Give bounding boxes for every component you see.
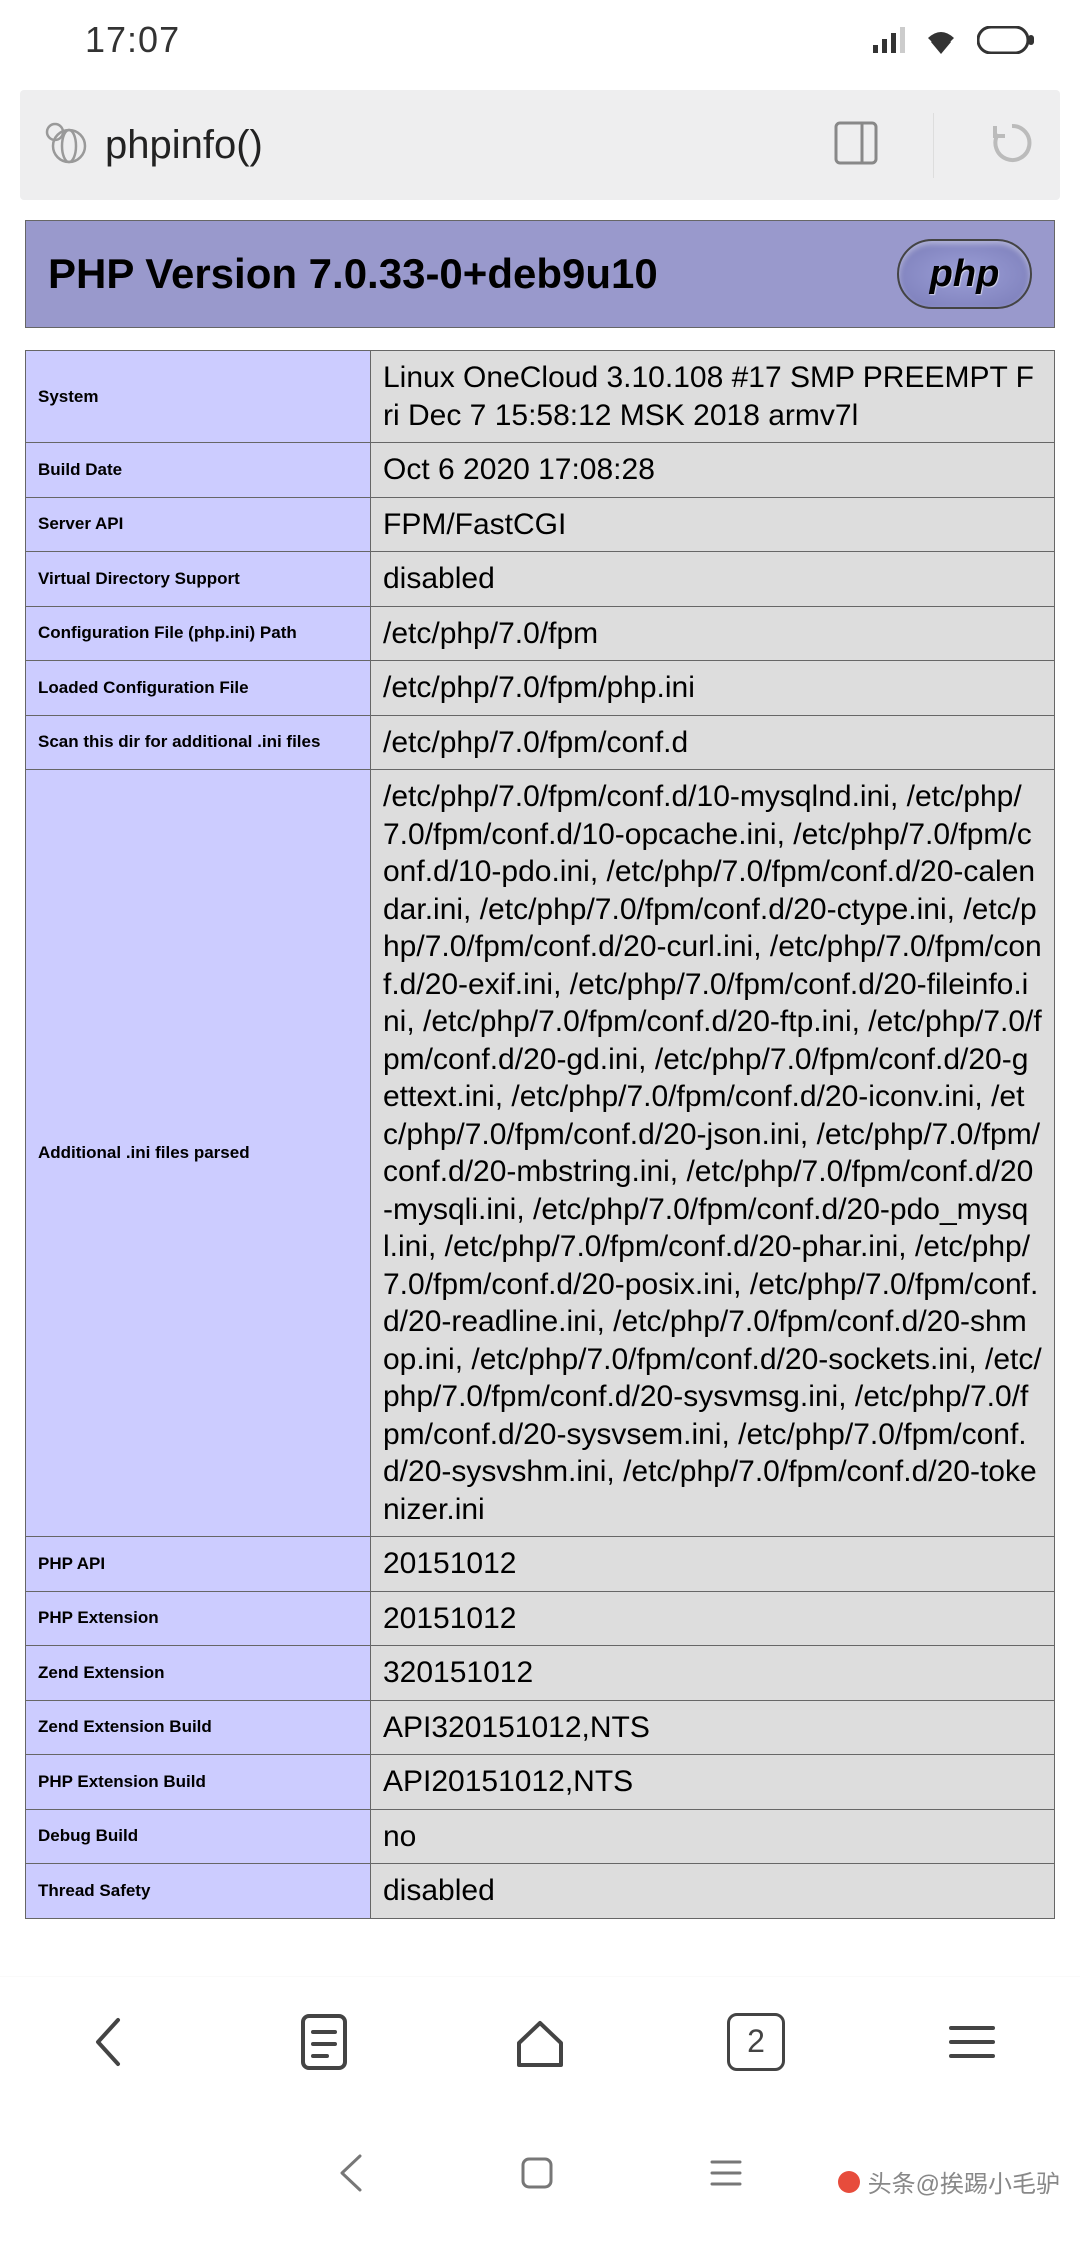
row-label: Virtual Directory Support [26, 552, 371, 607]
watermark-text: 头条@挨踢小毛驴 [868, 2164, 1060, 2199]
php-version-heading: PHP Version 7.0.33-0+deb9u10 [48, 250, 658, 298]
php-logo-text: php [930, 253, 1000, 296]
row-label: Additional .ini files parsed [26, 770, 371, 1537]
system-recent-button[interactable] [706, 2156, 746, 2195]
page-content[interactable]: PHP Version 7.0.33-0+deb9u10 php SystemL… [0, 200, 1080, 1919]
status-time: 17:07 [85, 19, 180, 61]
table-row: SystemLinux OneCloud 3.10.108 #17 SMP PR… [26, 351, 1055, 443]
row-value: Oct 6 2020 17:08:28 [371, 443, 1055, 498]
divider [933, 113, 934, 178]
table-row: Zend Extension320151012 [26, 1646, 1055, 1701]
row-label: Configuration File (php.ini) Path [26, 606, 371, 661]
row-value: /etc/php/7.0/fpm [371, 606, 1055, 661]
row-value: /etc/php/7.0/fpm/php.ini [371, 661, 1055, 716]
menu-button[interactable] [932, 2002, 1012, 2082]
home-button[interactable] [500, 2002, 580, 2082]
phpinfo-header: PHP Version 7.0.33-0+deb9u10 php [25, 220, 1055, 328]
table-row: PHP Extension BuildAPI20151012,NTS [26, 1755, 1055, 1810]
table-row: Scan this dir for additional .ini files/… [26, 715, 1055, 770]
row-value: /etc/php/7.0/fpm/conf.d/10-mysqlnd.ini, … [371, 770, 1055, 1537]
reload-icon[interactable] [989, 120, 1035, 171]
row-value: FPM/FastCGI [371, 497, 1055, 552]
globe-icon [45, 122, 87, 169]
table-row: PHP API20151012 [26, 1537, 1055, 1592]
wifi-icon [923, 26, 959, 54]
table-row: Loaded Configuration File/etc/php/7.0/fp… [26, 661, 1055, 716]
row-label: Build Date [26, 443, 371, 498]
row-value: Linux OneCloud 3.10.108 #17 SMP PREEMPT … [371, 351, 1055, 443]
tabs-count: 2 [727, 2013, 785, 2071]
url-text: phpinfo() [105, 123, 834, 168]
table-row: Virtual Directory Supportdisabled [26, 552, 1055, 607]
phpinfo-table: SystemLinux OneCloud 3.10.108 #17 SMP PR… [25, 350, 1055, 1919]
row-label: Server API [26, 497, 371, 552]
watermark: 头条@挨踢小毛驴 [838, 2164, 1060, 2199]
table-row: Debug Buildno [26, 1809, 1055, 1864]
row-value: disabled [371, 552, 1055, 607]
row-label: Scan this dir for additional .ini files [26, 715, 371, 770]
row-value: 20151012 [371, 1591, 1055, 1646]
status-bar: 17:07 [0, 0, 1080, 80]
table-row: Configuration File (php.ini) Path/etc/ph… [26, 606, 1055, 661]
row-label: PHP Extension Build [26, 1755, 371, 1810]
row-label: PHP Extension [26, 1591, 371, 1646]
row-label: System [26, 351, 371, 443]
row-label: Zend Extension Build [26, 1700, 371, 1755]
row-label: Debug Build [26, 1809, 371, 1864]
browser-bottom-nav: 2 [0, 1976, 1080, 2106]
row-value: API20151012,NTS [371, 1755, 1055, 1810]
watermark-icon [838, 2171, 860, 2193]
system-back-button[interactable] [334, 2150, 368, 2201]
system-home-button[interactable] [517, 2153, 557, 2198]
row-value: API320151012,NTS [371, 1700, 1055, 1755]
tabs-button[interactable]: 2 [716, 2002, 796, 2082]
table-row: Build DateOct 6 2020 17:08:28 [26, 443, 1055, 498]
battery-icon [977, 26, 1035, 54]
php-logo-icon: php [897, 239, 1032, 309]
row-label: Loaded Configuration File [26, 661, 371, 716]
bookmarks-button[interactable] [284, 2002, 364, 2082]
row-value: /etc/php/7.0/fpm/conf.d [371, 715, 1055, 770]
signal-icon [873, 27, 905, 53]
row-value: 320151012 [371, 1646, 1055, 1701]
status-icons [873, 26, 1035, 54]
row-value: 20151012 [371, 1537, 1055, 1592]
back-button[interactable] [68, 2002, 148, 2082]
table-row: Additional .ini files parsed/etc/php/7.0… [26, 770, 1055, 1537]
browser-address-bar[interactable]: phpinfo() [20, 90, 1060, 200]
reader-mode-icon[interactable] [834, 121, 878, 170]
row-label: Zend Extension [26, 1646, 371, 1701]
system-nav-bar: 头条@挨踢小毛驴 [0, 2106, 1080, 2244]
row-label: Thread Safety [26, 1864, 371, 1919]
table-row: Thread Safetydisabled [26, 1864, 1055, 1919]
row-value: no [371, 1809, 1055, 1864]
table-row: Zend Extension BuildAPI320151012,NTS [26, 1700, 1055, 1755]
table-row: PHP Extension20151012 [26, 1591, 1055, 1646]
table-row: Server APIFPM/FastCGI [26, 497, 1055, 552]
row-label: PHP API [26, 1537, 371, 1592]
row-value: disabled [371, 1864, 1055, 1919]
